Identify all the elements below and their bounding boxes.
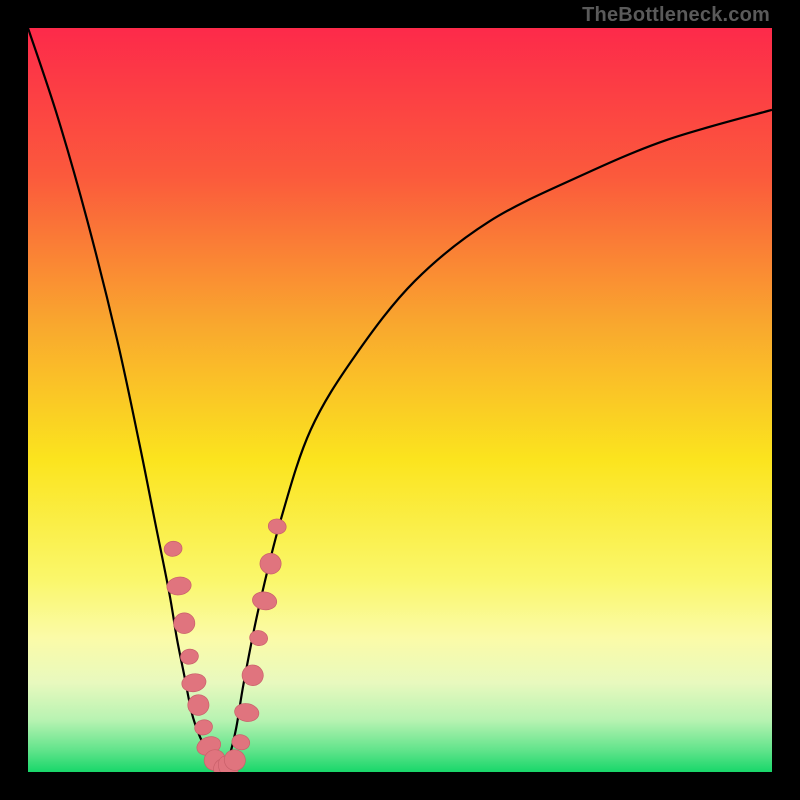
bead-marker: [186, 693, 211, 718]
bead-marker: [230, 733, 251, 752]
curve-layer: [28, 28, 772, 772]
bead-marker: [193, 718, 214, 737]
right-curve: [221, 110, 772, 768]
bead-marker: [258, 552, 282, 576]
bead-marker: [163, 540, 183, 558]
frame-border: [772, 0, 800, 800]
plot-area: [28, 28, 772, 772]
bead-marker: [251, 590, 278, 611]
bead-marker: [267, 518, 287, 536]
frame-border: [0, 772, 800, 800]
frame-border: [0, 0, 28, 800]
watermark-text: TheBottleneck.com: [582, 4, 770, 27]
chart-stage: TheBottleneck.com: [0, 0, 800, 800]
highlight-beads: [163, 518, 287, 772]
